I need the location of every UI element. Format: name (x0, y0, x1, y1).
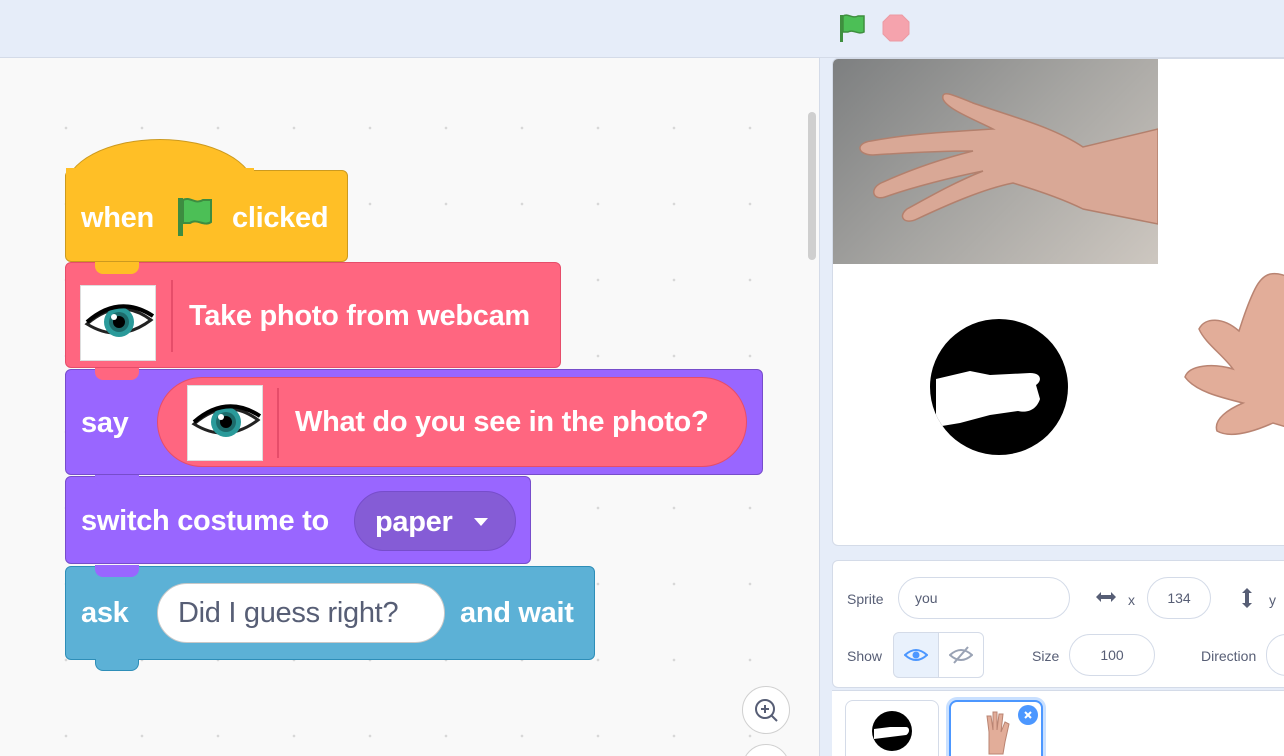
stage[interactable] (832, 58, 1284, 546)
vertical-arrows-icon (1242, 588, 1252, 608)
eye-icon (80, 285, 156, 361)
zoom-in-button[interactable] (742, 686, 790, 734)
switch-costume-label: switch costume to (81, 505, 329, 537)
x-label: x (1128, 592, 1135, 608)
size-input[interactable]: 100 (1069, 634, 1155, 676)
paper-sprite[interactable] (1143, 259, 1284, 489)
and-wait-label: and wait (460, 597, 574, 629)
hand-photo-image (859, 93, 1159, 225)
x-position-input[interactable]: 134 (1147, 577, 1211, 619)
eye-icon (187, 385, 263, 461)
hide-sprite-toggle[interactable] (938, 632, 984, 678)
green-flag-icon[interactable] (836, 12, 868, 44)
ask-label: ask (81, 597, 129, 629)
horizontal-arrows-icon (1096, 592, 1116, 602)
workspace-scrollbar[interactable] (808, 112, 816, 260)
eye-hidden-icon (949, 646, 973, 664)
chevron-down-icon (474, 518, 488, 526)
eye-visible-icon (904, 649, 928, 661)
block-text-clicked: clicked (232, 202, 329, 234)
green-flag-icon (178, 198, 212, 236)
ask-question-text: Did I guess right? (178, 597, 399, 629)
sprite-name-input[interactable]: you (898, 577, 1070, 619)
sprite-label: Sprite (847, 591, 884, 607)
sprite-thumbnail-rock[interactable] (845, 700, 939, 756)
close-icon (1024, 711, 1032, 719)
take-photo-label: Take photo from webcam (189, 300, 530, 332)
webcam-photo (833, 59, 1159, 264)
rock-sprite[interactable] (930, 319, 1068, 455)
direction-label: Direction (1201, 648, 1257, 664)
say-inner-text: What do you see in the photo? (295, 406, 709, 438)
say-label: say (81, 407, 129, 439)
stop-icon[interactable] (882, 14, 910, 42)
y-label: y (1269, 592, 1276, 608)
costume-dropdown-value: paper (375, 506, 453, 538)
size-label: Size (1032, 648, 1060, 664)
block-text-when: when (81, 202, 154, 234)
show-label: Show (847, 648, 883, 664)
delete-sprite-button[interactable] (1018, 705, 1038, 725)
top-bar (0, 0, 1284, 58)
zoom-in-icon (755, 699, 778, 722)
show-sprite-toggle[interactable] (893, 632, 939, 678)
